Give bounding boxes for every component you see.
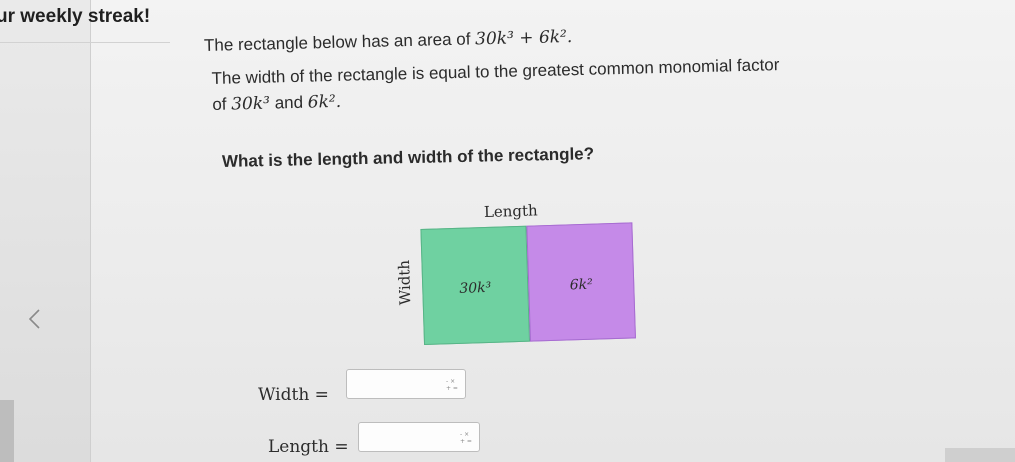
chevron-left-icon[interactable]: [22, 306, 48, 332]
area-statement-text: The rectangle below has an area of: [203, 29, 471, 55]
length-answer-input[interactable]: - × + =: [358, 422, 480, 452]
left-edge-shade: [0, 400, 14, 462]
svg-text:+ =: + =: [460, 438, 472, 444]
width-answer-input[interactable]: - × + =: [346, 369, 466, 399]
purple-block-label: 6k²: [569, 276, 593, 294]
green-block-label: 30k³: [459, 279, 492, 297]
question-prompt: What is the length and width of the rect…: [221, 144, 595, 171]
bottom-right-shade: [945, 448, 1015, 462]
math-keypad-icon[interactable]: - × + =: [445, 377, 459, 391]
diagram-width-label: Width: [395, 259, 415, 306]
left-sidebar: [0, 0, 91, 462]
question-area-statement: The rectangle below has an area of 30k³ …: [204, 27, 573, 56]
area-expression: 30k³ + 6k².: [474, 27, 573, 50]
svg-text:- ×: - ×: [460, 431, 469, 438]
green-area-block: 30k³: [420, 225, 531, 345]
svg-text:- ×: - ×: [446, 378, 455, 385]
rectangle-diagram: Length Width 30k³ 6k²: [395, 194, 641, 361]
diagram-length-label: Length: [483, 201, 538, 222]
weekly-streak-banner: ur weekly streak!: [0, 6, 151, 27]
term-6k2: 6k².: [307, 91, 342, 113]
question-width-statement: The width of the rectangle is equal to t…: [211, 52, 782, 118]
width-answer-label: Width =: [258, 385, 329, 405]
svg-text:+ =: + =: [446, 385, 458, 391]
math-keypad-icon[interactable]: - × + =: [459, 430, 473, 444]
term-30k3: 30k³: [230, 93, 271, 115]
and-text: and: [274, 92, 304, 113]
header-divider: [0, 42, 170, 43]
purple-area-block: 6k²: [526, 222, 636, 342]
length-answer-label: Length =: [268, 437, 349, 457]
